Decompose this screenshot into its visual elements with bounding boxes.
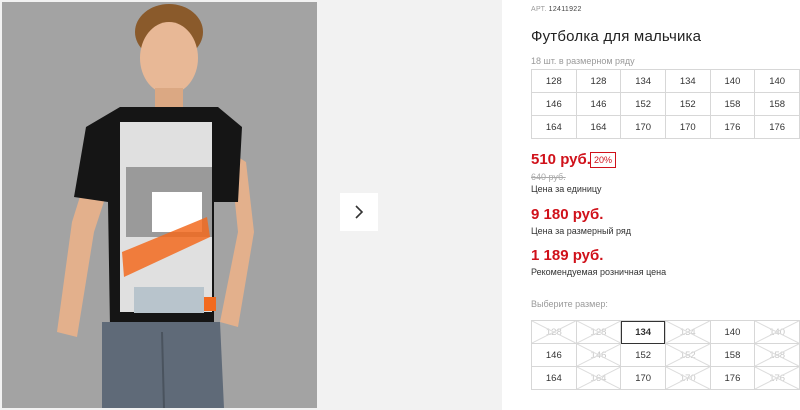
old-price: 640 руб. [531,172,566,182]
size-row: 164 164 170 170 176 176 [531,115,800,139]
size-option-unavailable: 140 [754,320,800,344]
size-option[interactable]: 158 [709,343,756,367]
size-option-unavailable: 128 [531,320,577,344]
size-cell: 164 [575,115,622,139]
strikethrough-icon [666,344,710,366]
choose-size-label: Выберите размер: [531,299,608,309]
size-cell: 140 [754,69,800,93]
unit-price-label: Цена за единицу [531,184,602,194]
size-option[interactable]: 152 [620,343,666,367]
product-gallery [0,0,502,410]
size-row-table: 128 128 134 134 140 140 146 146 152 152 158 158 164 1… [531,69,800,139]
size-option-unavailable: 128 [575,320,622,344]
size-cell: 128 [575,69,622,93]
strikethrough-icon [755,321,799,343]
size-row: 146 146 152 152 158 158 [531,92,800,116]
boy-tshirt-illustration [2,2,317,408]
size-option-row: 146146152152158158 [531,343,800,367]
strikethrough-icon [666,367,710,389]
size-option[interactable]: 146 [531,343,577,367]
article-number: АРТ. 12411922 [531,6,582,13]
size-option[interactable]: 164 [531,366,577,390]
size-cell: 164 [531,115,577,139]
size-option[interactable]: 176 [709,366,756,390]
size-cell: 176 [754,115,800,139]
pack-price: 9 180 руб. [531,206,604,223]
strikethrough-icon [755,344,799,366]
unit-price: 510 руб. [531,151,591,168]
product-title: Футболка для мальчика [531,28,702,45]
strikethrough-icon [577,344,621,366]
size-option-unavailable: 176 [754,366,800,390]
product-photo [2,2,317,408]
size-option[interactable]: 170 [620,366,666,390]
size-option-row: 164164170170176176 [531,366,800,390]
size-option-unavailable: 164 [575,366,622,390]
size-cell: 176 [709,115,756,139]
size-cell: 158 [754,92,800,116]
size-option-selected[interactable]: 134 [620,320,666,344]
next-image-button[interactable] [340,193,378,231]
size-option-unavailable: 158 [754,343,800,367]
strikethrough-icon [755,367,799,389]
size-option-unavailable: 152 [664,343,711,367]
size-option[interactable]: 140 [709,320,756,344]
size-option-unavailable: 146 [575,343,622,367]
retail-price: 1 189 руб. [531,247,604,264]
size-cell: 170 [664,115,711,139]
article-label: АРТ. [531,6,547,13]
size-option-unavailable: 170 [664,366,711,390]
size-selector: 1281281341341401401461461521521581581641… [531,320,800,390]
size-cell: 152 [620,92,666,116]
size-cell: 128 [531,69,577,93]
pack-price-label: Цена за размерный ряд [531,226,632,236]
size-cell: 146 [531,92,577,116]
strikethrough-icon [577,367,621,389]
strikethrough-icon [532,321,576,343]
strikethrough-icon [666,321,710,343]
strikethrough-icon [577,321,621,343]
pack-note: 18 шт. в размерном ряду [531,56,635,66]
retail-price-label: Рекомендуемая розничная цена [531,267,667,277]
size-row: 128 128 134 134 140 140 [531,69,800,93]
size-cell: 140 [709,69,756,93]
discount-badge: 20% [590,152,617,168]
size-option-unavailable: 134 [664,320,711,344]
product-info: АРТ. 12411922 Футболка для мальчика 18 шт… [531,0,800,410]
size-option-row: 128128134134140140 [531,320,800,344]
chevron-right-icon [355,205,364,219]
size-cell: 170 [620,115,666,139]
article-value: 12411922 [548,6,582,13]
size-cell: 152 [664,92,711,116]
size-cell: 134 [664,69,711,93]
size-cell: 146 [575,92,622,116]
size-cell: 158 [709,92,756,116]
size-cell: 134 [620,69,666,93]
